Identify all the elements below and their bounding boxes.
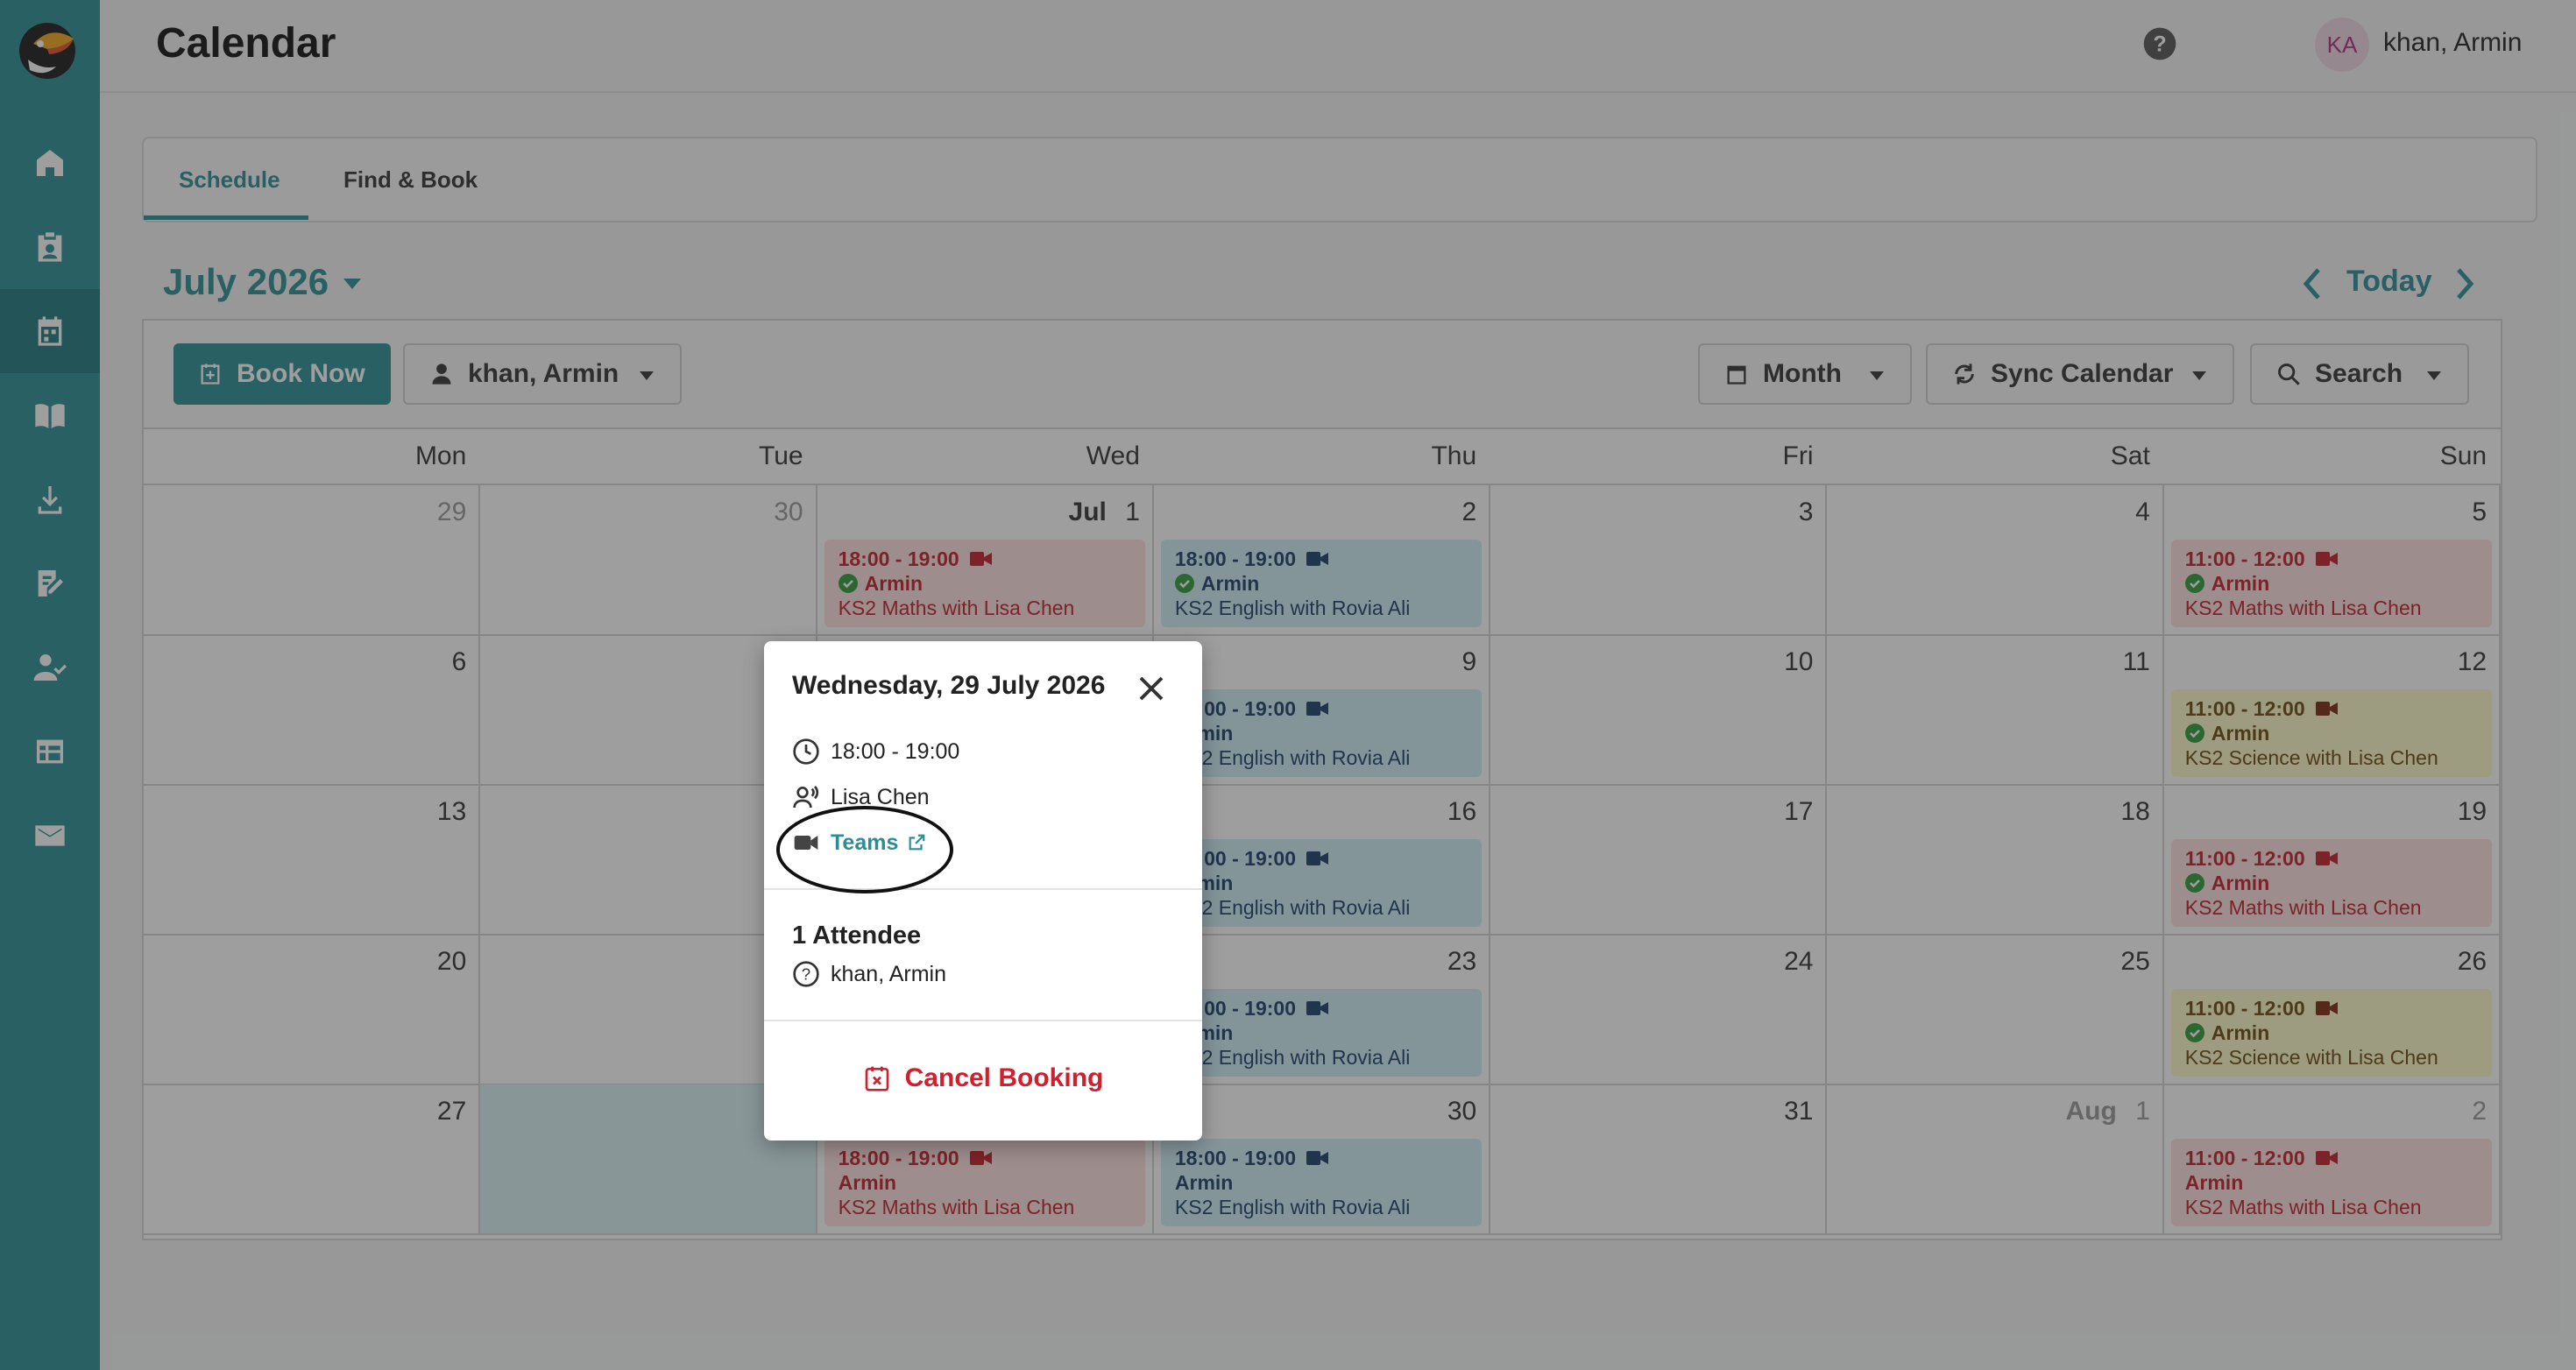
person-voice-icon — [793, 786, 819, 809]
cancel-booking-label: Cancel Booking — [904, 1063, 1104, 1092]
svg-text:?: ? — [802, 965, 810, 984]
modal-backdrop[interactable] — [0, 0, 2576, 1370]
calendar-cancel-icon — [865, 1066, 888, 1091]
question-circle-icon: ? — [793, 961, 819, 987]
highlight-ellipse — [776, 806, 953, 893]
close-icon[interactable] — [1136, 673, 1167, 704]
popup-time-row: 18:00 - 19:00 — [792, 738, 959, 766]
cancel-booking-button[interactable]: Cancel Booking — [764, 1063, 1202, 1093]
popup-date: Wednesday, 29 July 2026 — [792, 671, 1106, 700]
attendee-heading: 1 Attendee — [792, 922, 922, 950]
booking-details-popup: Wednesday, 29 July 2026 18:00 - 19:00 Li… — [764, 641, 1202, 1140]
clock-icon — [793, 738, 819, 765]
attendee-row: ? khan, Armin — [792, 960, 946, 988]
popup-time: 18:00 - 19:00 — [831, 738, 960, 764]
divider — [764, 1020, 1202, 1021]
attendee-name: khan, Armin — [831, 961, 947, 986]
